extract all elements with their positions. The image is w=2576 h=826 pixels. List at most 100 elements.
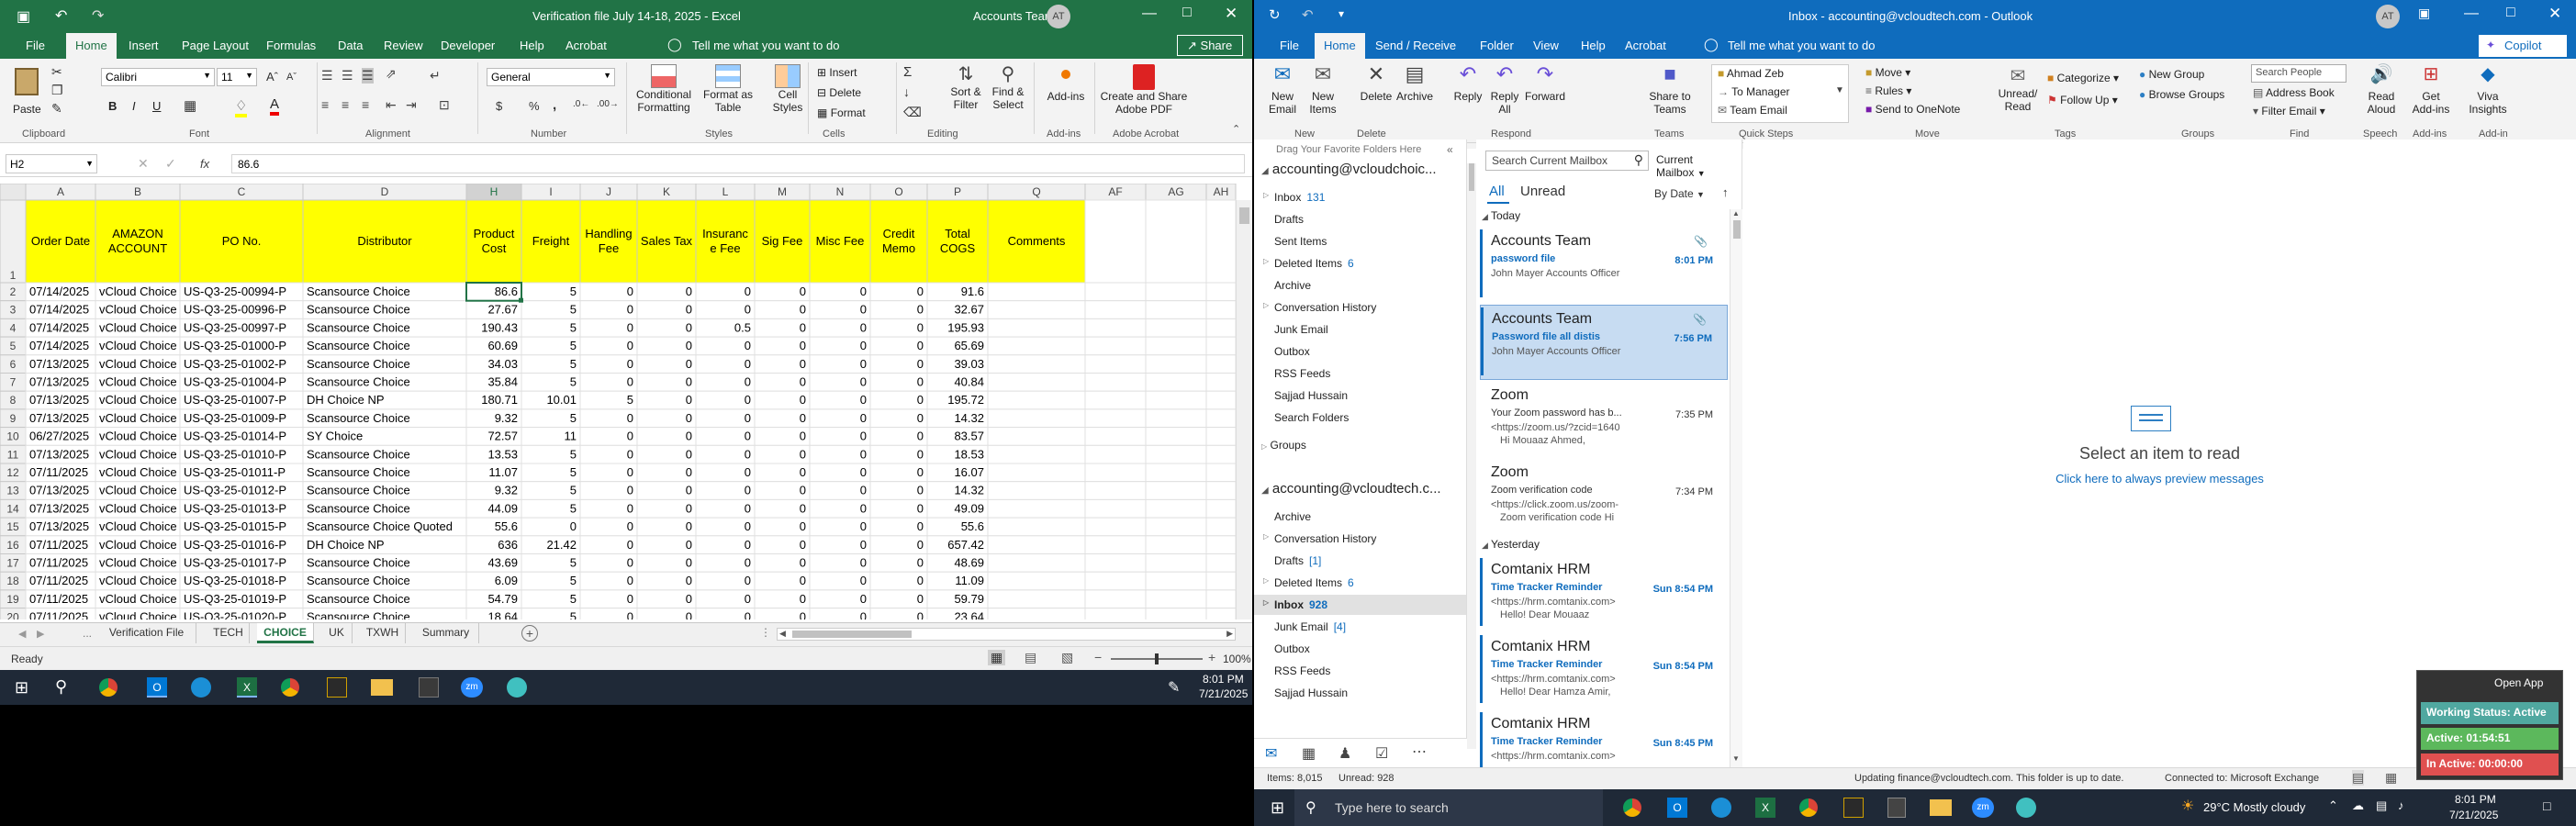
volume-icon[interactable]: ♪ (2398, 798, 2404, 812)
calculator-icon[interactable] (1887, 798, 1906, 818)
new-email-button[interactable]: ✉ New Email (1261, 62, 1304, 125)
windows-store-icon[interactable] (419, 677, 439, 698)
table-cell[interactable] (1145, 318, 1207, 338)
folder-item[interactable]: Outbox (1254, 341, 1466, 362)
search-people-input[interactable]: Search People (2251, 64, 2346, 83)
quick-step-2[interactable]: → To Manager (1718, 85, 1790, 98)
folder-scroll-thumb[interactable] (1469, 163, 1474, 191)
fill-icon[interactable]: ↓ (903, 84, 910, 99)
table-cell[interactable] (1084, 498, 1147, 519)
table-cell[interactable] (987, 498, 1086, 519)
empty-cell[interactable] (1205, 199, 1237, 284)
table-cell[interactable] (1084, 535, 1147, 554)
table-cell[interactable] (1205, 373, 1237, 392)
table-cell[interactable] (1205, 498, 1237, 519)
table-cell[interactable] (1145, 427, 1207, 446)
table-cell[interactable] (1205, 589, 1237, 609)
table-cell[interactable] (987, 463, 1086, 483)
folder-item[interactable]: Drafts (1254, 209, 1466, 229)
edge-icon[interactable] (1711, 798, 1731, 818)
table-cell[interactable] (987, 589, 1086, 609)
menu-home[interactable]: Home (66, 33, 117, 59)
chrome-icon[interactable] (1623, 798, 1641, 817)
chevron-down-icon[interactable]: ▼ (85, 159, 94, 168)
table-cell[interactable] (1084, 427, 1147, 446)
menu-file[interactable]: File (17, 33, 54, 59)
table-cell[interactable] (987, 444, 1086, 464)
table-cell[interactable] (987, 408, 1086, 429)
table-cell[interactable] (1084, 553, 1147, 573)
excel-avatar[interactable]: AT (1047, 5, 1070, 28)
folder-item[interactable]: RSS Feeds (1254, 363, 1466, 384)
paste-button[interactable]: Paste (9, 64, 46, 119)
close-icon[interactable]: ✕ (1225, 5, 1238, 23)
date-group-header[interactable]: ◢ Yesterday (1482, 538, 1540, 551)
expand-arrow-icon[interactable]: ▷ (1263, 191, 1269, 199)
table-cell[interactable] (987, 608, 1086, 620)
increase-indent-icon[interactable]: ⇥ (406, 97, 417, 113)
always-preview-link[interactable]: Click here to always preview messages (1743, 472, 2576, 486)
table-cell[interactable] (1145, 553, 1207, 573)
folder-item[interactable]: Sajjad Hussain (1254, 683, 1466, 703)
terminal-icon[interactable] (1843, 798, 1864, 818)
scroll-right-icon[interactable]: ▶ (1226, 629, 1233, 639)
table-cell[interactable] (987, 300, 1086, 319)
account-header[interactable]: ◢ accounting@vcloudchoic... (1261, 162, 1437, 177)
archive-button[interactable]: ▤ Archive (1394, 62, 1436, 125)
copilot-button[interactable]: ✦ Copilot (2479, 35, 2567, 57)
tabs-split-icon[interactable]: ⋮ (760, 626, 771, 639)
sheet-tab-verification-file[interactable]: Verification File (97, 623, 196, 643)
reading-view-icon[interactable]: ▤ (2352, 770, 2365, 786)
message-item[interactable]: Comtanix HRM Time Tracker Reminder Sun 8:5… (1480, 633, 1728, 709)
tell-me-box[interactable]: Tell me what you want to do (1728, 39, 1875, 52)
table-cell[interactable] (1205, 300, 1237, 319)
scroll-tabs-left-icon[interactable]: ◀ (18, 628, 26, 640)
comma-button[interactable]: , (553, 97, 556, 113)
folder-item[interactable]: ▷ Inbox 131 (1254, 187, 1466, 207)
select-all-corner[interactable] (0, 184, 27, 201)
folder-item[interactable]: ▷ Conversation History (1254, 529, 1466, 549)
taskbar-date[interactable]: 7/21/2025 (1199, 687, 1248, 700)
browse-groups-button[interactable]: ● Browse Groups (2139, 88, 2224, 101)
table-cell[interactable] (1205, 553, 1237, 573)
message-item[interactable]: Accounts Team password file 8:01 PM John Ma… (1480, 228, 1728, 303)
excel-account-name[interactable]: Accounts Team (973, 9, 1055, 23)
zoom-in-icon[interactable]: + (1208, 650, 1215, 664)
minimize-icon[interactable]: — (2464, 6, 2479, 22)
sheet-tab-summary[interactable]: Summary (413, 623, 479, 643)
menu-help[interactable]: Help (1572, 33, 1615, 59)
filter-all-tab[interactable]: All (1489, 184, 1505, 199)
table-cell[interactable] (1205, 608, 1237, 620)
table-cell[interactable] (1084, 336, 1147, 356)
fx-button[interactable]: fx (200, 157, 209, 171)
borders-icon[interactable]: ▦ (184, 97, 196, 114)
close-icon[interactable]: ✕ (2548, 5, 2561, 23)
expand-arrow-icon[interactable]: ▷ (1263, 257, 1269, 265)
read-aloud-button[interactable]: 🔊 Read Aloud (2358, 62, 2405, 125)
currency-button[interactable]: $ (496, 99, 502, 113)
fill-color-icon[interactable]: ♢ (235, 97, 248, 117)
align-center-icon[interactable]: ≡ (342, 97, 349, 112)
table-cell[interactable] (1205, 336, 1237, 356)
table-cell[interactable] (1145, 408, 1207, 429)
normal-view-icon[interactable]: ▦ (2385, 770, 2397, 786)
h-scrollbar-thumb[interactable] (792, 631, 912, 638)
create-pdf-button[interactable]: Create and Share Adobe PDF (1098, 62, 1190, 134)
collapse-ribbon-icon[interactable]: ⌃ (1232, 123, 1240, 135)
message-item[interactable]: Zoom Your Zoom password has b... 7:35 PM <h… (1480, 382, 1728, 457)
name-box[interactable]: H2 ▼ (6, 154, 97, 173)
folder-item[interactable]: RSS Feeds (1254, 661, 1466, 681)
addins-button[interactable]: Add-ins (1041, 62, 1091, 117)
filter-unread-tab[interactable]: Unread (1520, 184, 1565, 199)
sheet-tab-tech[interactable]: TECH (207, 623, 250, 643)
table-cell[interactable] (1145, 571, 1207, 591)
folder-item[interactable]: Sent Items (1254, 231, 1466, 251)
copy-icon[interactable]: ❐ (51, 83, 63, 98)
table-cell[interactable] (1145, 481, 1207, 500)
align-left-icon[interactable]: ≡ (321, 97, 329, 112)
collapse-pane-icon[interactable]: « (1447, 143, 1453, 156)
page-break-view-icon[interactable]: ▧ (1061, 650, 1073, 665)
reply-all-button[interactable]: ↶ Reply All (1484, 62, 1526, 125)
table-cell[interactable] (1145, 336, 1207, 356)
zoom-out-icon[interactable]: − (1094, 650, 1102, 664)
